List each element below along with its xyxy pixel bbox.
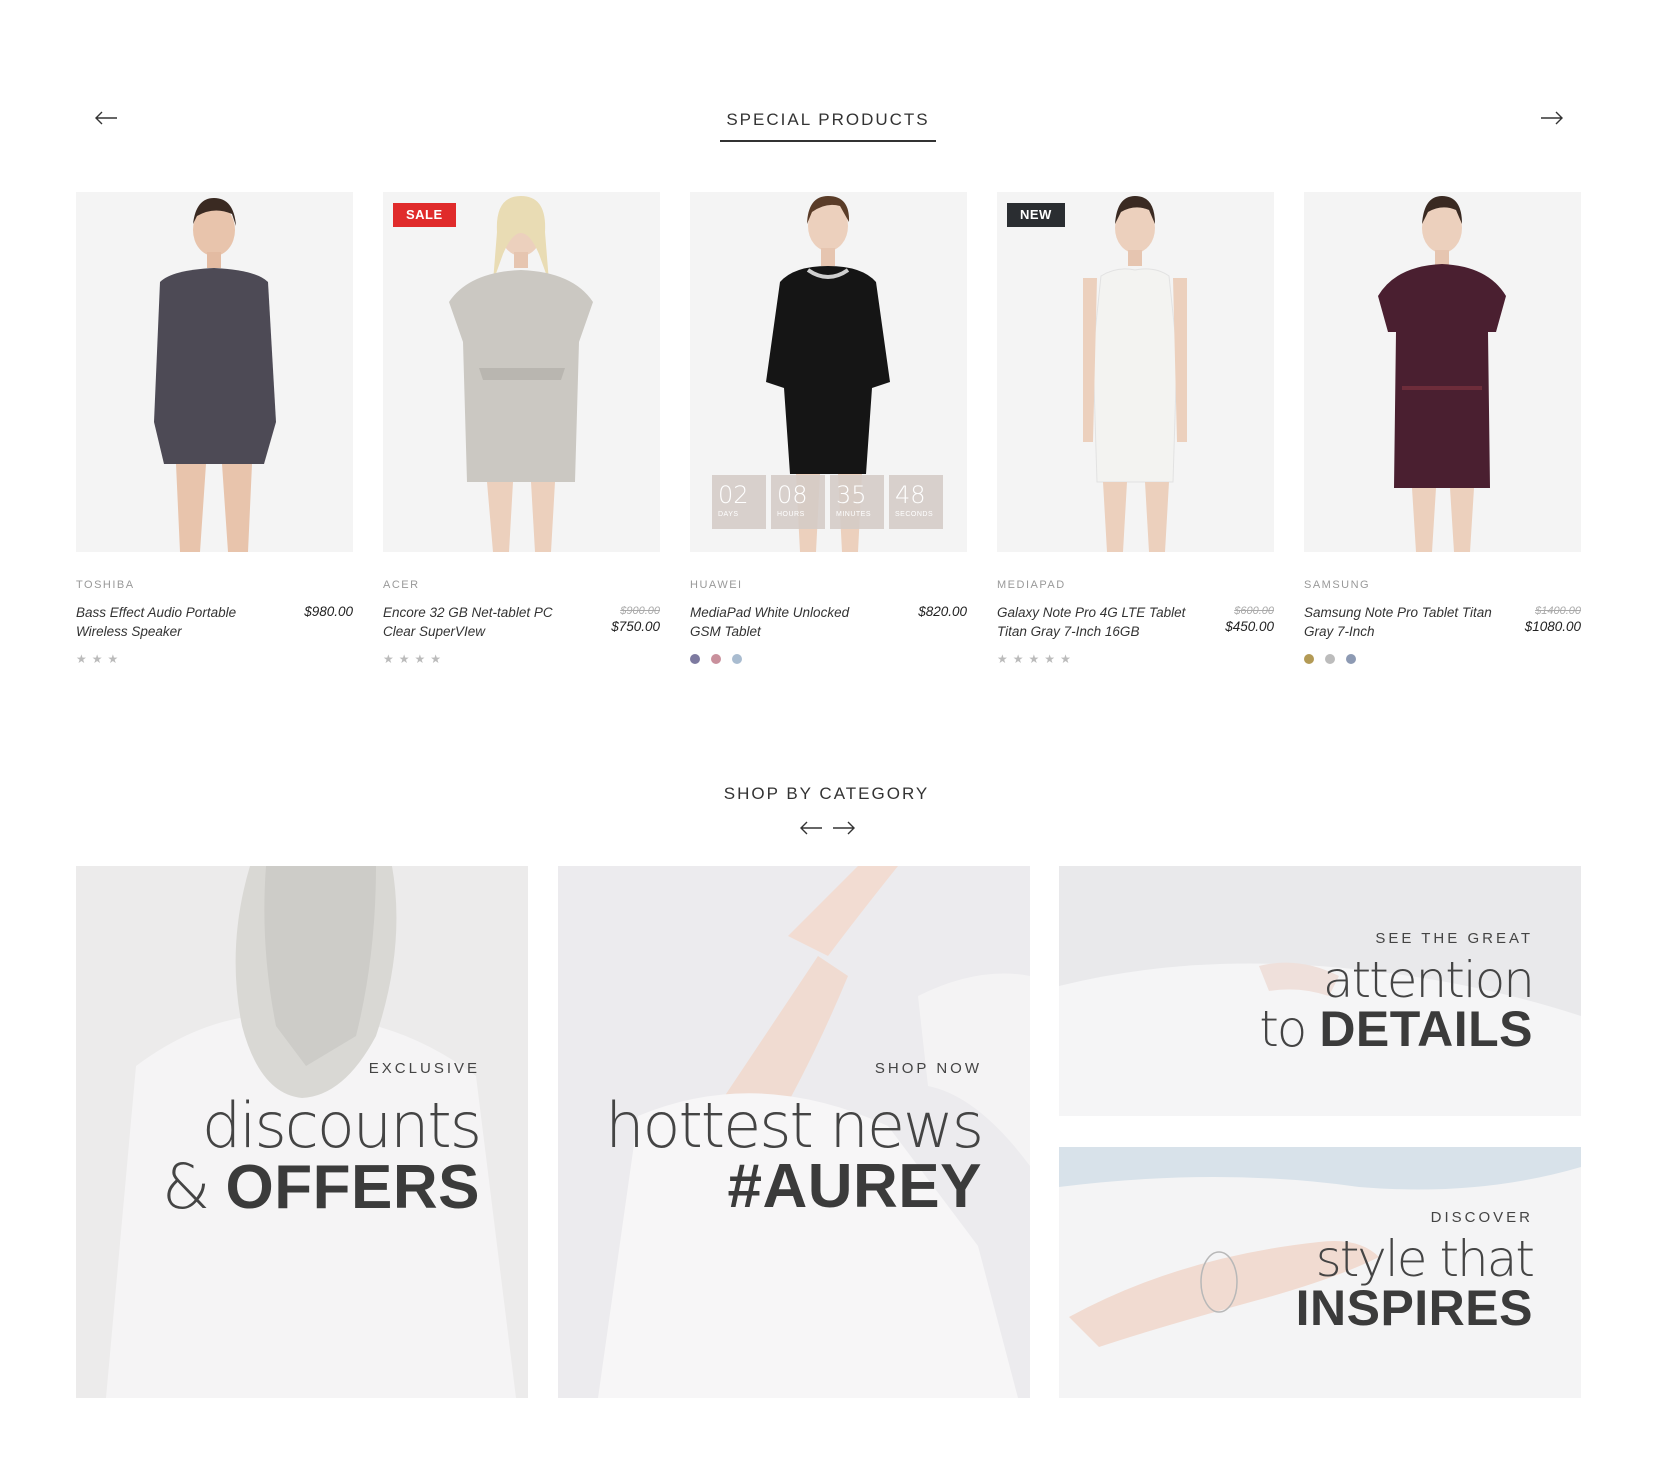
product-brand: SAMSUNG bbox=[1304, 579, 1371, 591]
product-name[interactable]: MediaPad White Unlocked GSM Tablet bbox=[690, 603, 880, 641]
star-icon: ★ bbox=[430, 652, 442, 666]
product-card[interactable]: 02 DAYS 08 HOURS 35 MINUTES 48 SECONDS H… bbox=[690, 192, 967, 665]
product-card[interactable]: NEW MEDIAPAD Galaxy Note Pro 4G LTE Tabl… bbox=[997, 192, 1274, 665]
tile-kicker: EXCLUSIVE bbox=[368, 1060, 480, 1077]
tile-headline-light: attention bbox=[1322, 951, 1535, 1009]
star-icon: ★ bbox=[414, 652, 426, 666]
section-title-shop-by-category: SHOP BY CATEGORY bbox=[723, 784, 930, 803]
product-price: $1080.00 bbox=[1524, 619, 1581, 634]
tile-headline-light: style that bbox=[1315, 1230, 1535, 1288]
product-brand: ACER bbox=[383, 579, 420, 591]
section-title-special-products: SPECIAL PRODUCTS bbox=[726, 110, 930, 129]
tile-headline-light: discounts bbox=[201, 1089, 482, 1162]
products-next-button[interactable] bbox=[1537, 106, 1567, 130]
section-title-underline bbox=[720, 140, 936, 142]
product-image[interactable]: NEW bbox=[997, 192, 1274, 552]
color-swatch[interactable] bbox=[690, 654, 700, 664]
product-name[interactable]: Bass Effect Audio Portable Wireless Spea… bbox=[76, 603, 266, 641]
new-badge: NEW bbox=[1007, 203, 1065, 227]
special-products-header: SPECIAL PRODUCTS bbox=[0, 96, 1653, 146]
star-icon: ★ bbox=[1028, 652, 1040, 666]
color-swatch[interactable] bbox=[1325, 654, 1335, 664]
product-card[interactable]: SAMSUNG Samsung Note Pro Tablet Titan Gr… bbox=[1304, 192, 1581, 665]
countdown-timer: 02 DAYS 08 HOURS 35 MINUTES 48 SECONDS bbox=[712, 475, 943, 529]
product-card[interactable]: SALE ACER Encore 32 GB Net-tablet PC Cle… bbox=[383, 192, 660, 665]
arrow-right-icon bbox=[1541, 111, 1563, 125]
model-photo bbox=[1083, 196, 1187, 552]
model-photo bbox=[154, 198, 276, 552]
star-icon: ★ bbox=[997, 652, 1008, 666]
star-icon: ★ bbox=[1012, 652, 1024, 666]
product-price: $980.00 bbox=[304, 604, 353, 619]
tile-caption: DISCOVER style that INSPIRES bbox=[1295, 1209, 1535, 1336]
color-swatch[interactable] bbox=[711, 654, 721, 664]
product-old-price: $900.00 bbox=[620, 605, 660, 617]
product-price: $450.00 bbox=[1225, 619, 1274, 634]
category-next-button[interactable] bbox=[829, 816, 859, 840]
star-icon: ★ bbox=[107, 652, 119, 666]
countdown-days: 02 DAYS bbox=[712, 475, 766, 529]
product-name[interactable]: Samsung Note Pro Tablet Titan Gray 7-Inc… bbox=[1304, 603, 1494, 641]
star-icon: ★ bbox=[383, 652, 394, 666]
tile-headline-bold: OFFERS bbox=[225, 1153, 480, 1222]
tile-headline-bold: INSPIRES bbox=[1295, 1280, 1533, 1336]
product-price: $820.00 bbox=[918, 604, 967, 619]
star-icon: ★ bbox=[76, 652, 87, 666]
star-icon: ★ bbox=[1060, 652, 1071, 666]
arrow-left-icon bbox=[800, 821, 822, 835]
product-rating: ★ ★ ★ ★ ★ bbox=[997, 653, 1274, 665]
products-prev-button[interactable] bbox=[91, 106, 121, 130]
tile-headline-bold: #AUREY bbox=[727, 1152, 982, 1221]
star-icon: ★ bbox=[398, 652, 410, 666]
color-swatch[interactable] bbox=[1346, 654, 1356, 664]
tile-kicker: DISCOVER bbox=[1430, 1209, 1533, 1226]
category-tile-details[interactable]: SEE THE GREAT attention to DETAILS bbox=[1059, 866, 1581, 1116]
arrow-left-icon bbox=[95, 111, 117, 125]
tile-caption: EXCLUSIVE discounts & OFFERS bbox=[162, 1060, 482, 1219]
color-swatches bbox=[690, 653, 967, 665]
tile-headline-light: hottest news bbox=[605, 1089, 984, 1162]
product-old-price: $1400.00 bbox=[1535, 605, 1581, 617]
model-photo bbox=[449, 196, 593, 552]
tile-headline-amp: to bbox=[1259, 1000, 1307, 1058]
product-card[interactable]: TOSHIBA Bass Effect Audio Portable Wirel… bbox=[76, 192, 353, 665]
product-name[interactable]: Encore 32 GB Net-tablet PC Clear SuperVI… bbox=[383, 603, 573, 641]
category-tile-aurey[interactable]: SHOP NOW hottest news #AUREY bbox=[558, 866, 1030, 1398]
model-photo bbox=[1378, 196, 1506, 552]
category-prev-button[interactable] bbox=[796, 816, 826, 840]
tile-headline-amp: & bbox=[161, 1150, 210, 1223]
color-swatch[interactable] bbox=[1304, 654, 1314, 664]
category-tile-offers[interactable]: EXCLUSIVE discounts & OFFERS bbox=[76, 866, 528, 1398]
countdown-minutes: 35 MINUTES bbox=[830, 475, 884, 529]
product-brand: MEDIAPAD bbox=[997, 579, 1066, 591]
product-image[interactable] bbox=[1304, 192, 1581, 552]
countdown-hours: 08 HOURS bbox=[771, 475, 825, 529]
color-swatch[interactable] bbox=[732, 654, 742, 664]
tile-kicker: SHOP NOW bbox=[874, 1060, 982, 1077]
tile-caption: SHOP NOW hottest news #AUREY bbox=[605, 1060, 984, 1221]
star-icon: ★ bbox=[1044, 652, 1056, 666]
product-image[interactable]: SALE bbox=[383, 192, 660, 552]
product-brand: HUAWEI bbox=[690, 579, 743, 591]
product-brand: TOSHIBA bbox=[76, 579, 135, 591]
product-price: $750.00 bbox=[611, 619, 660, 634]
color-swatches bbox=[1304, 653, 1581, 665]
product-rating: ★ ★ ★ ★ bbox=[383, 653, 660, 665]
arrow-right-icon bbox=[833, 821, 855, 835]
product-image[interactable] bbox=[76, 192, 353, 552]
tile-headline-bold: DETAILS bbox=[1319, 1001, 1533, 1057]
star-icon: ★ bbox=[91, 652, 103, 666]
tile-kicker: SEE THE GREAT bbox=[1375, 930, 1533, 947]
tile-caption: SEE THE GREAT attention to DETAILS bbox=[1259, 930, 1535, 1054]
sale-badge: SALE bbox=[393, 203, 456, 227]
countdown-seconds: 48 SECONDS bbox=[889, 475, 943, 529]
product-name[interactable]: Galaxy Note Pro 4G LTE Tablet Titan Gray… bbox=[997, 603, 1187, 641]
product-rating: ★ ★ ★ bbox=[76, 653, 353, 665]
product-image[interactable]: 02 DAYS 08 HOURS 35 MINUTES 48 SECONDS bbox=[690, 192, 967, 552]
category-tile-inspires[interactable]: DISCOVER style that INSPIRES bbox=[1059, 1147, 1581, 1398]
product-old-price: $600.00 bbox=[1234, 605, 1274, 617]
